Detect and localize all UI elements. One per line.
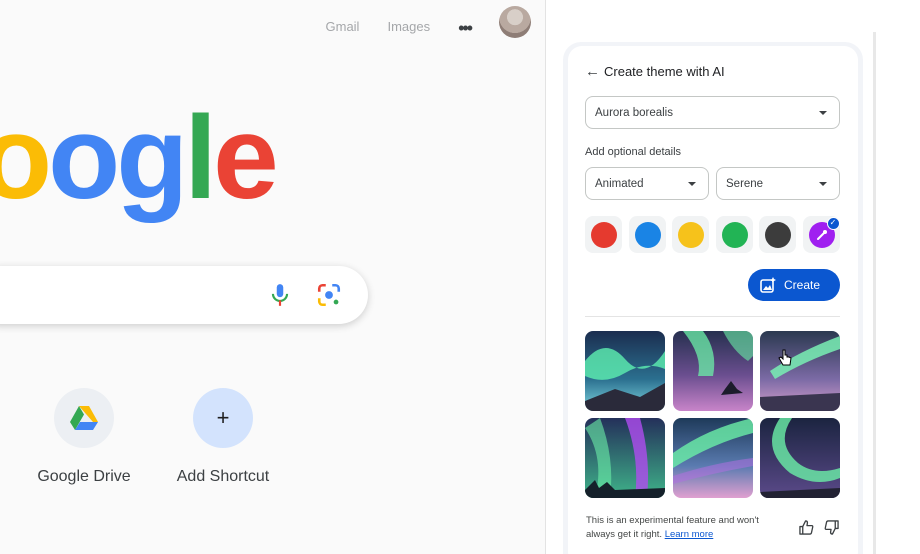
theme-thumbnail-1[interactable] [585,331,665,411]
experimental-disclaimer: This is an experimental feature and won'… [586,514,786,542]
shortcut-google-drive[interactable]: Google Drive [24,388,144,486]
theme-thumbnail-4[interactable] [585,418,665,498]
image-sparkle-icon [760,277,776,293]
google-drive-icon [54,388,114,448]
chevron-down-icon [819,182,827,186]
shortcut-label: Add Shortcut [176,468,270,485]
microphone-icon[interactable] [267,282,293,308]
subject-select[interactable]: Aurora borealis [585,96,840,129]
theme-thumbnail-6[interactable] [760,418,840,498]
logo-letter-e: e [213,92,279,224]
color-swatch-red[interactable] [585,216,622,253]
create-label: Create [784,278,821,292]
mood-value: Serene [726,177,764,190]
google-lens-icon[interactable] [316,282,342,308]
apps-dots-icon[interactable]: ••• [458,18,473,39]
theme-thumbnail-2[interactable] [673,331,753,411]
mood-select[interactable]: Serene [716,167,840,200]
optional-details-label: Add optional details [585,146,682,158]
chevron-down-icon [688,182,696,186]
shortcut-label: Google Drive [37,468,131,485]
avatar[interactable] [499,6,531,38]
back-arrow-icon[interactable]: ← [585,63,600,80]
style-value: Animated [595,177,644,190]
plus-icon: + [193,388,253,448]
theme-thumbnail-5[interactable] [673,418,753,498]
shortcut-add[interactable]: + Add Shortcut [163,388,283,486]
logo-letter-o2: o [48,92,120,224]
checkmark-badge-icon: ✓ [826,216,840,230]
color-swatch-blue[interactable] [629,216,666,253]
color-swatch-yellow[interactable] [672,216,709,253]
thumbs-up-icon[interactable] [799,520,814,535]
new-tab-page: Gmail Images ••• oogle Google Drive + Ad… [0,0,545,554]
logo-letter-l: l [184,92,217,224]
color-picker-custom[interactable]: ✓ [803,216,840,253]
hand-cursor-icon [778,349,792,366]
gmail-link[interactable]: Gmail [326,19,360,34]
top-bar: Gmail Images ••• [326,6,531,50]
subject-value: Aurora borealis [595,106,673,119]
color-swatch-green[interactable] [716,216,753,253]
window-edge [873,32,876,554]
theme-thumbnail-3[interactable] [760,331,840,411]
thumbs-down-icon[interactable] [824,520,839,535]
logo-letter-o1: o [0,92,52,224]
images-link[interactable]: Images [387,19,430,34]
google-logo: oogle [0,90,279,226]
chevron-down-icon [819,111,827,115]
style-select[interactable]: Animated [585,167,709,200]
panel-title: Create theme with AI [604,64,725,79]
learn-more-link[interactable]: Learn more [665,529,714,540]
panel-divider [545,0,546,554]
divider [585,316,840,317]
eyedropper-icon: ✓ [808,216,840,248]
logo-letter-g: g [116,92,188,224]
search-box[interactable] [0,266,368,324]
create-button[interactable]: Create [748,269,840,301]
color-swatch-dark[interactable] [759,216,796,253]
